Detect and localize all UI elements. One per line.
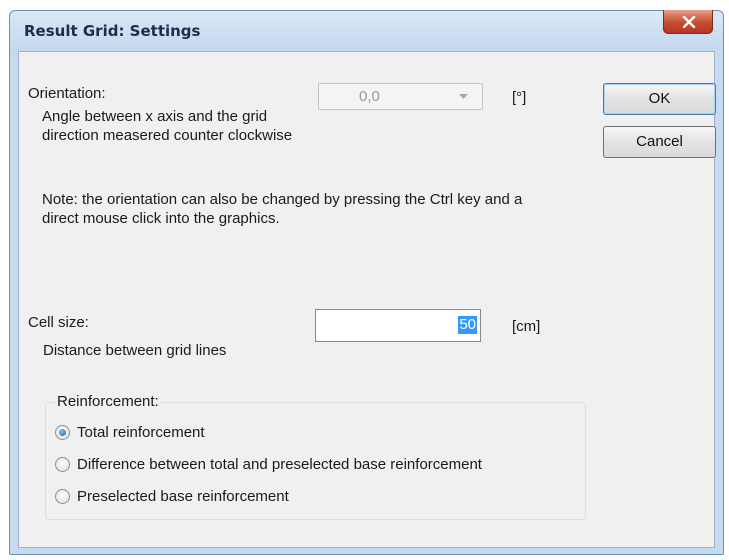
close-x-icon — [682, 16, 696, 28]
ok-button[interactable]: OK — [603, 83, 716, 115]
orientation-unit: [°] — [512, 89, 527, 106]
dialog-title: Result Grid: Settings — [24, 22, 201, 40]
radio-button-checked[interactable] — [55, 425, 70, 440]
reinforcement-group-title: Reinforcement: — [55, 392, 161, 411]
cell-size-label: Cell size: — [28, 314, 89, 331]
orientation-description: Angle between x axis and the grid direct… — [42, 108, 293, 144]
cell-size-description: Distance between grid lines — [43, 342, 227, 359]
cell-size-unit: [cm] — [512, 318, 541, 335]
orientation-combobox[interactable]: 0,0 — [318, 83, 483, 110]
orientation-value: 0,0 — [359, 88, 380, 105]
orientation-label: Orientation: — [28, 85, 106, 102]
cell-size-input[interactable]: 50 — [315, 309, 481, 342]
chevron-down-icon — [459, 94, 468, 99]
radio-button[interactable] — [55, 457, 70, 472]
close-button[interactable] — [663, 10, 713, 34]
cancel-button[interactable]: Cancel — [603, 126, 716, 158]
radio-label: Difference between total and preselected… — [77, 456, 482, 473]
settings-dialog: Result Grid: Settings Orientation: Angle… — [9, 10, 724, 555]
radio-label: Preselected base reinforcement — [77, 488, 289, 505]
cell-size-value: 50 — [458, 316, 477, 334]
radio-label: Total reinforcement — [77, 424, 205, 441]
dialog-body: Orientation: Angle between x axis and th… — [18, 51, 716, 548]
title-bar[interactable]: Result Grid: Settings — [10, 10, 723, 51]
orientation-note: Note: the orientation can also be change… — [42, 191, 523, 227]
radio-button[interactable] — [55, 489, 70, 504]
